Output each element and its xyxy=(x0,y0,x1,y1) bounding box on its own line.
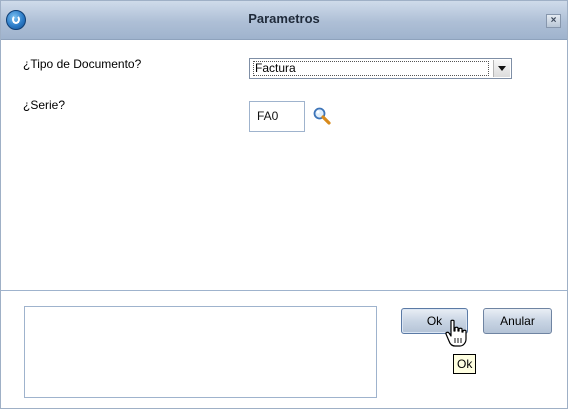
divider xyxy=(1,290,567,291)
tipo-documento-select[interactable]: Factura xyxy=(249,58,512,79)
chevron-down-icon[interactable] xyxy=(493,60,510,77)
search-icon[interactable] xyxy=(312,106,332,126)
anular-button[interactable]: Anular xyxy=(483,308,552,334)
serie-label: ¿Serie? xyxy=(23,98,66,112)
tipo-documento-value: Factura xyxy=(253,61,489,76)
serie-input[interactable]: FA0 xyxy=(249,101,305,132)
title-bar[interactable]: Parametros × xyxy=(1,1,567,40)
tipo-documento-label: ¿Tipo de Documento? xyxy=(23,57,142,71)
close-button[interactable]: × xyxy=(546,14,561,28)
hand-cursor-icon xyxy=(444,319,468,349)
ok-tooltip: Ok xyxy=(453,354,477,374)
parametros-dialog: Parametros × ¿Tipo de Documento? Factura… xyxy=(0,0,568,409)
message-area[interactable] xyxy=(24,306,377,398)
dialog-title: Parametros xyxy=(248,11,320,26)
